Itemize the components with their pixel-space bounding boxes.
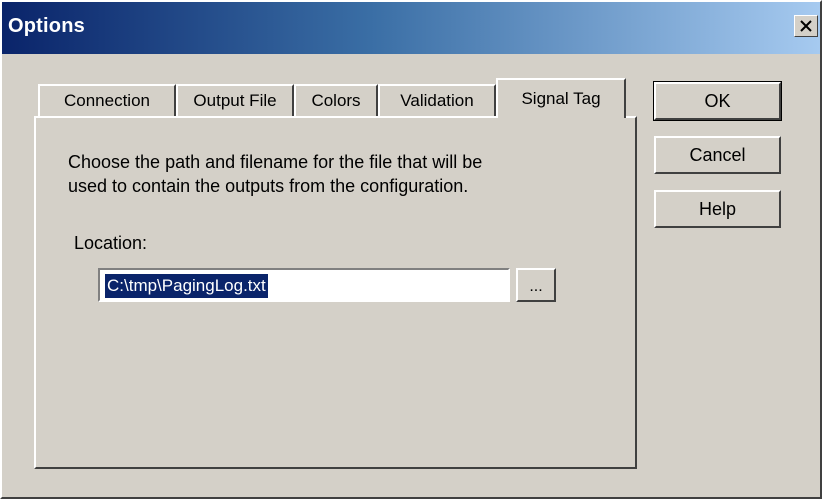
cancel-button[interactable]: Cancel [654,136,781,174]
help-button[interactable]: Help [654,190,781,228]
tab-label: Validation [400,91,474,110]
ok-button[interactable]: OK [653,81,782,121]
close-icon [800,20,812,32]
description-line-2: used to contain the outputs from the con… [68,176,469,196]
close-button[interactable] [794,15,818,37]
location-input[interactable]: C:\tmp\PagingLog.txt [98,268,510,302]
tab-colors[interactable]: Colors [294,84,378,116]
options-dialog: Options Connection Output File Colors Va… [0,0,822,499]
tab-label: Colors [311,91,361,110]
tab-label: Connection [63,91,150,110]
tab-label: Signal Tag [521,89,601,108]
tab-label: Output File [193,91,277,110]
description-text: Choose the path and filename for the fil… [68,150,608,198]
tab-output-file[interactable]: Output File [176,84,294,116]
tab-signal-tag[interactable]: Signal Tag [496,78,626,118]
window-title: Options [8,15,85,37]
location-value: C:\tmp\PagingLog.txt [104,273,269,299]
location-label: Location: [74,233,148,253]
tab-panel: Choose the path and filename for the fil… [34,116,637,469]
title-bar[interactable]: Options [2,2,820,54]
tab-connection[interactable]: Connection [38,84,176,116]
browse-button[interactable]: ... [516,268,556,302]
description-line-1: Choose the path and filename for the fil… [68,152,483,172]
tab-validation[interactable]: Validation [378,84,496,116]
